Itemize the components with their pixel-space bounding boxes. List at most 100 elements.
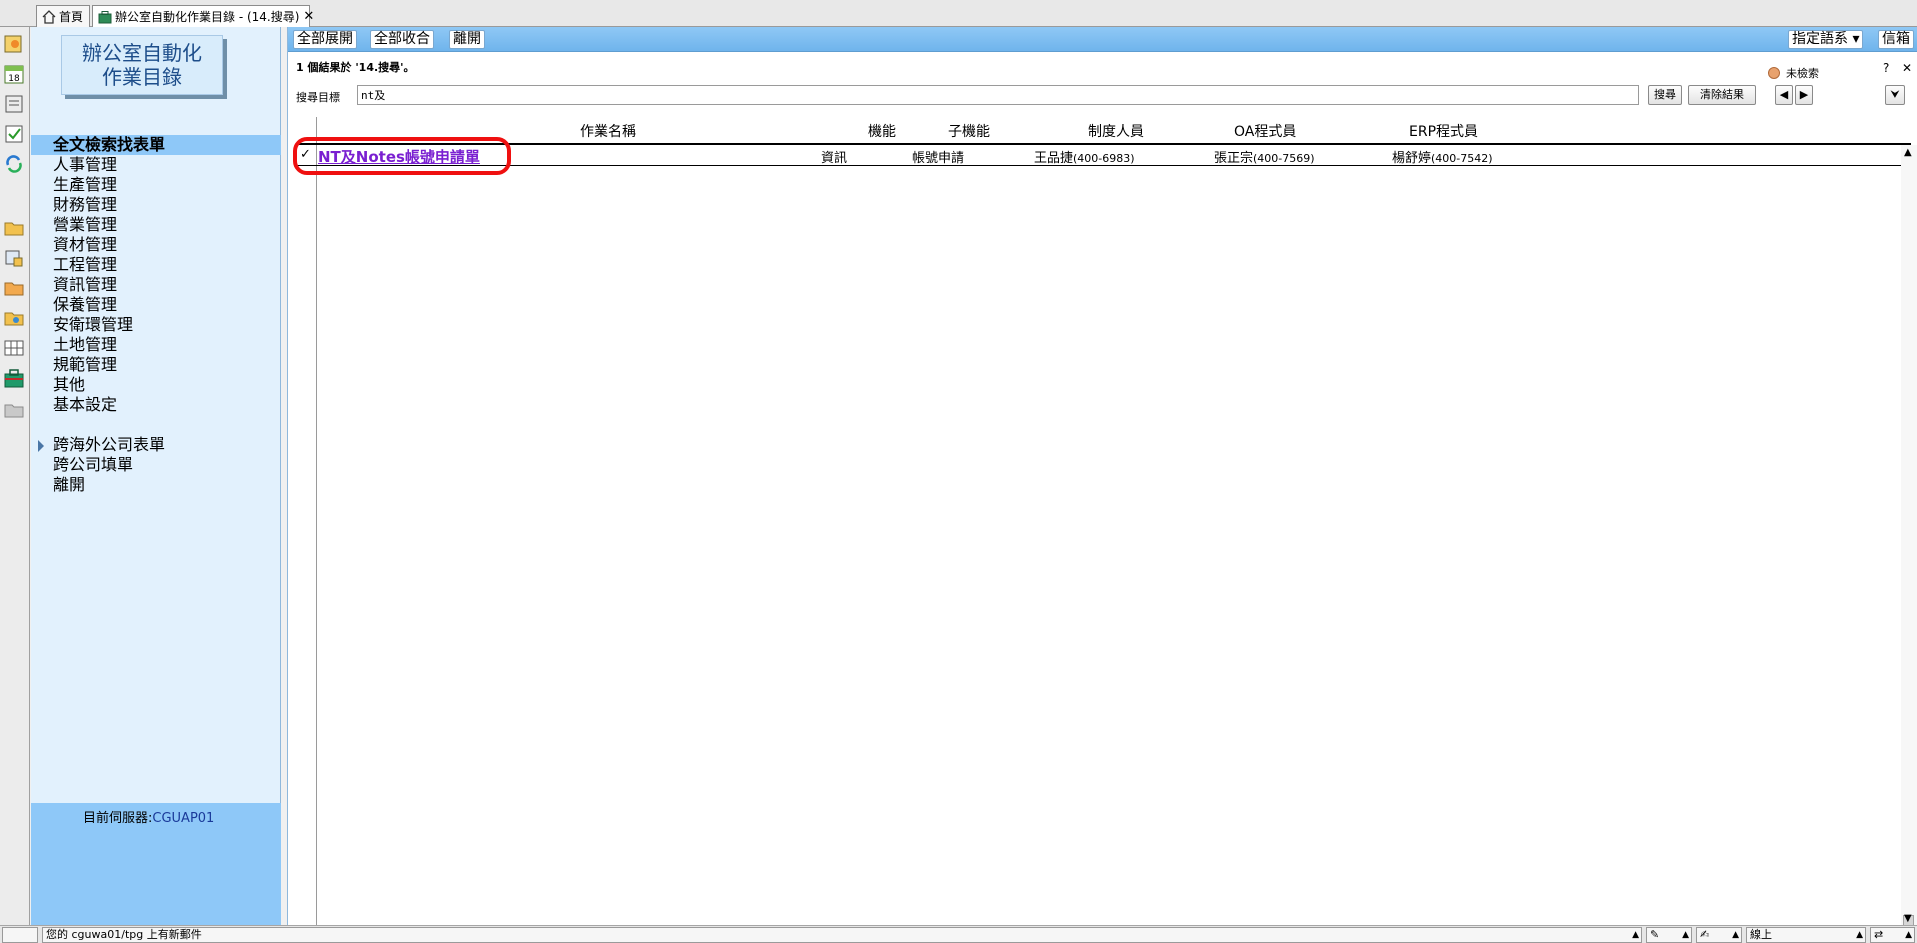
folder-icon[interactable] bbox=[3, 277, 25, 299]
row-divider bbox=[296, 165, 1911, 166]
sidebar-item-standards[interactable]: 規範管理 bbox=[31, 355, 281, 375]
sidebar-item-sales[interactable]: 營業管理 bbox=[31, 215, 281, 235]
sidebar-item-materials[interactable]: 資材管理 bbox=[31, 235, 281, 255]
search-input[interactable] bbox=[357, 85, 1639, 105]
svg-text:18: 18 bbox=[8, 74, 20, 84]
folder-icon[interactable] bbox=[3, 399, 25, 421]
sidebar-item-cross-company[interactable]: 跨公司填單 bbox=[31, 455, 281, 475]
vertical-scrollbar[interactable]: ▲ ▼ bbox=[1901, 145, 1917, 937]
sidebar-item-land[interactable]: 土地管理 bbox=[31, 335, 281, 355]
sidebar-item-exit[interactable]: 離開 bbox=[31, 475, 281, 495]
help-icon[interactable]: ? bbox=[1883, 61, 1889, 75]
chevron-up-icon: ▲ bbox=[1905, 930, 1912, 940]
main-panel: 全部展開 全部收合 離開 指定語系 ▾ 信箱 1 個結果於 '14.搜尋'。 未… bbox=[287, 27, 1917, 937]
tab-office-directory[interactable]: 辦公室自動化作業目錄 - (14.搜尋) ✕ bbox=[92, 5, 314, 27]
contacts-icon[interactable] bbox=[3, 93, 25, 115]
network-status-text: 線上 bbox=[1750, 928, 1772, 941]
sidebar-item-overseas-forms[interactable]: 跨海外公司表單 bbox=[31, 435, 281, 455]
expand-all-button[interactable]: 全部展開 bbox=[293, 30, 357, 49]
folder-icon[interactable] bbox=[3, 217, 25, 239]
expand-arrow-icon[interactable] bbox=[38, 439, 44, 452]
sidebar-item-finance[interactable]: 財務管理 bbox=[31, 195, 281, 215]
table-header: 作業名稱 機能 子機能 制度人員 OA程式員 ERP程式員 bbox=[316, 117, 1911, 141]
replicator-icon: ⇄ bbox=[1874, 928, 1884, 941]
menu-spacer bbox=[31, 415, 281, 435]
server-info-panel: 目前伺服器:CGUAP01 bbox=[31, 803, 281, 925]
chevron-down-icon: ▾ bbox=[1852, 31, 1860, 47]
replicate-icon[interactable] bbox=[3, 153, 25, 175]
status-message-text: 您的 cguwa01/tpg 上有新郵件 bbox=[46, 928, 202, 941]
briefcase-icon[interactable] bbox=[3, 367, 25, 389]
status-replicator-cell[interactable]: ⇄ ▲ bbox=[1870, 927, 1915, 943]
sidebar-item-safety[interactable]: 安衛環管理 bbox=[31, 315, 281, 335]
oa-ext: (400-7569) bbox=[1253, 152, 1315, 165]
sidebar-item-information[interactable]: 資訊管理 bbox=[31, 275, 281, 295]
search-status: 未檢索 bbox=[1786, 67, 1819, 80]
chevron-up-icon: ▲ bbox=[1856, 930, 1863, 940]
pen-icon: ✎ bbox=[1650, 928, 1660, 941]
chevron-up-icon[interactable]: ▲ bbox=[1632, 928, 1639, 942]
chevron-up-icon: ▲ bbox=[1732, 930, 1739, 940]
sidebar-item-settings[interactable]: 基本設定 bbox=[31, 395, 281, 415]
logo-line-2: 作業目錄 bbox=[102, 65, 182, 89]
sidebar-item-engineering[interactable]: 工程管理 bbox=[31, 255, 281, 275]
tab-close-icon[interactable]: ✕ bbox=[303, 9, 314, 24]
home-icon bbox=[42, 9, 56, 24]
header-task-name[interactable]: 作業名稱 bbox=[580, 121, 636, 141]
prev-page-button[interactable]: ◀ bbox=[1775, 85, 1793, 105]
tab-bar: 首頁 辦公室自動化作業目錄 - (14.搜尋) ✕ bbox=[0, 0, 1917, 27]
collapse-all-button[interactable]: 全部收合 bbox=[370, 30, 434, 49]
search-target-label: 搜尋目標 bbox=[296, 91, 340, 104]
tab-home-label: 首頁 bbox=[59, 10, 84, 24]
sidebar-item-fulltext-search[interactable]: 全文檢索找表單 bbox=[31, 135, 281, 155]
server-label: 目前伺服器: bbox=[83, 811, 153, 826]
header-sub-function[interactable]: 子機能 bbox=[948, 121, 990, 141]
mail-icon[interactable] bbox=[3, 33, 25, 55]
search-button[interactable]: 搜尋 bbox=[1648, 85, 1682, 105]
network-status-dropdown[interactable]: 線上 ▲ bbox=[1746, 927, 1866, 943]
cell-oa: 張正宗(400-7569) bbox=[1214, 147, 1315, 166]
status-pen-cell[interactable]: ✎ ▲ bbox=[1646, 927, 1692, 943]
sidebar-item-production[interactable]: 生產管理 bbox=[31, 175, 281, 195]
todo-icon[interactable] bbox=[3, 123, 25, 145]
status-indicator-icon bbox=[1768, 67, 1780, 79]
expand-search-button[interactable]: ⮟ bbox=[1885, 85, 1905, 105]
tab-home[interactable]: 首頁 bbox=[36, 5, 90, 27]
signature-icon: ✍ bbox=[1700, 928, 1710, 941]
scroll-up-icon[interactable]: ▲ bbox=[1904, 147, 1912, 158]
erp-name: 楊舒婷 bbox=[1392, 151, 1432, 166]
header-function[interactable]: 機能 bbox=[868, 121, 896, 141]
owner-ext: (400-6983) bbox=[1073, 152, 1135, 165]
sidebar-item-personnel[interactable]: 人事管理 bbox=[31, 155, 281, 175]
status-bar: 您的 cguwa01/tpg 上有新郵件 ▲ ✎ ▲ ✍ ▲ 線上 ▲ ⇄ ▲ bbox=[0, 925, 1917, 943]
clear-results-button[interactable]: 清除結果 bbox=[1688, 85, 1756, 105]
sidebar: 辦公室自動化 作業目錄 全文檢索找表單 人事管理 生產管理 財務管理 營業管理 … bbox=[31, 27, 281, 925]
server-info: 目前伺服器:CGUAP01 bbox=[83, 807, 214, 826]
header-oa-programmer[interactable]: OA程式員 bbox=[1234, 121, 1296, 141]
status-message: 您的 cguwa01/tpg 上有新郵件 ▲ bbox=[42, 927, 1642, 943]
sidebar-item-maintenance[interactable]: 保養管理 bbox=[31, 295, 281, 315]
scroll-down-icon[interactable]: ▼ bbox=[1904, 913, 1912, 924]
close-icon[interactable]: ✕ bbox=[1902, 61, 1912, 75]
chevron-up-icon: ▲ bbox=[1682, 930, 1689, 940]
folder-icon[interactable] bbox=[3, 307, 25, 329]
status-blank-cell bbox=[2, 927, 38, 943]
leave-button[interactable]: 離開 bbox=[449, 30, 485, 49]
cell-owner: 王品捷(400-6983) bbox=[1034, 147, 1135, 166]
table-row[interactable]: ✓ NT及Notes帳號申請單 資訊 帳號申請 王品捷(400-6983) 張正… bbox=[296, 145, 1911, 166]
highlight-annotation bbox=[293, 137, 511, 175]
status-signature-cell[interactable]: ✍ ▲ bbox=[1696, 927, 1742, 943]
oa-name: 張正宗 bbox=[1214, 151, 1254, 166]
calendar-icon[interactable]: 18 bbox=[3, 63, 25, 85]
language-dropdown[interactable]: 指定語系 ▾ bbox=[1788, 30, 1864, 49]
grid-icon[interactable] bbox=[3, 337, 25, 359]
cell-sub-function: 帳號申請 bbox=[912, 151, 965, 166]
header-owner[interactable]: 制度人員 bbox=[1088, 121, 1144, 141]
sidebar-item-other[interactable]: 其他 bbox=[31, 375, 281, 395]
database-icon[interactable] bbox=[3, 247, 25, 269]
next-page-button[interactable]: ▶ bbox=[1795, 85, 1813, 105]
briefcase-icon bbox=[98, 10, 112, 24]
mailbox-button[interactable]: 信箱 bbox=[1878, 30, 1914, 49]
column-divider bbox=[316, 117, 317, 925]
header-erp-programmer[interactable]: ERP程式員 bbox=[1409, 121, 1478, 141]
